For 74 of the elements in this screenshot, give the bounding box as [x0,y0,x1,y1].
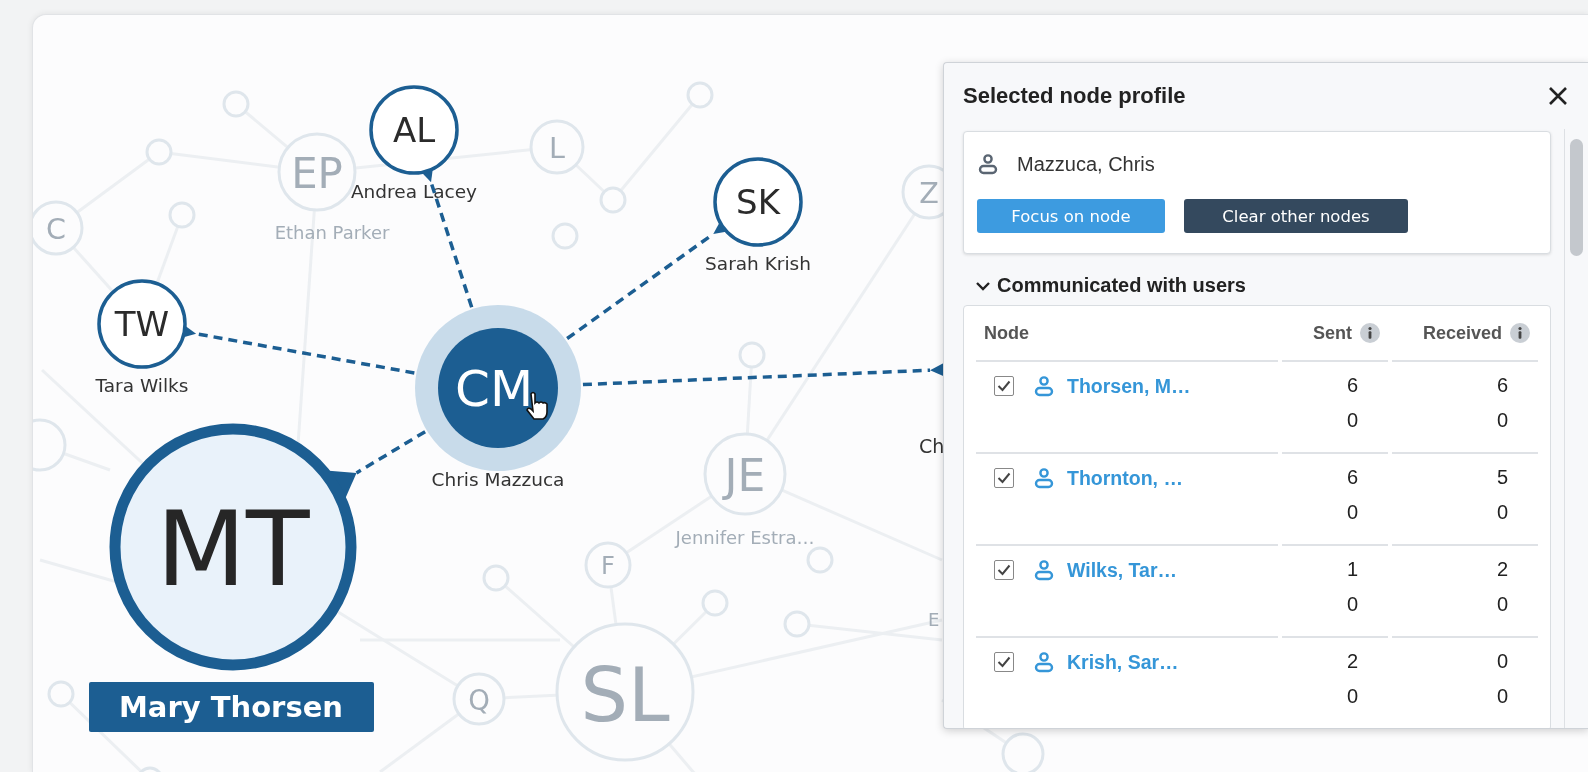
faded-node[interactable] [701,589,729,617]
person-icon [977,153,999,175]
person-icon [1033,467,1055,489]
received-count: 0 [1495,592,1508,617]
faded-node[interactable] [482,564,510,592]
node-label: Tara Wilks [95,375,189,396]
column-header: Node [984,322,1029,344]
column-header: Received [1422,322,1502,344]
sent-count: 6 [1345,465,1358,490]
person-icon [1033,559,1055,581]
faded-node[interactable] [168,201,196,229]
received-count: 0 [1495,408,1508,433]
sent-count: 0 [1345,684,1358,709]
node-label: Chris Mazzuca [431,469,565,490]
faded-node[interactable]: SL [555,622,695,762]
sent-count: 2 [1345,649,1358,674]
faded-node[interactable] [783,610,811,638]
user-node[interactable]: CM [415,305,581,471]
faded-node[interactable] [145,138,173,166]
checkbox[interactable] [994,560,1014,580]
faded-node[interactable]: F [584,541,632,589]
user-node[interactable]: TW [97,279,187,369]
received-count: 2 [1495,557,1508,582]
faded-node[interactable]: Q [452,672,506,726]
person-icon [1033,651,1055,673]
sent-count: 0 [1345,408,1358,433]
received-count: 0 [1495,684,1508,709]
faded-node[interactable] [738,341,766,369]
user-node[interactable]: MT [109,423,357,671]
clear-button[interactable]: Clear other nodes [1184,199,1408,233]
sent-count: 0 [1345,592,1358,617]
faded-node[interactable]: JE [703,432,787,516]
user-node[interactable]: SK [713,157,803,247]
faded-node[interactable] [1001,732,1045,772]
sent-count: 6 [1345,373,1358,398]
received-count: 5 [1495,465,1508,490]
focus-button[interactable]: Focus on node [977,199,1165,233]
faded-node[interactable] [222,90,250,118]
node-label: Sarah Krish [705,253,811,274]
close-icon[interactable] [1547,85,1569,107]
checkbox[interactable] [994,376,1014,396]
received-count: 0 [1495,649,1508,674]
node-label: Jennifer Estra… [675,527,815,548]
node-label: E [928,609,940,630]
name-badge: Mary Thorsen [89,682,374,732]
person-icon [1033,375,1055,397]
faded-node[interactable] [806,546,834,574]
faded-node[interactable] [551,222,579,250]
checkbox[interactable] [994,652,1014,672]
user-link[interactable]: Thorsen, M… [1067,374,1191,398]
faded-node[interactable]: L [529,119,585,175]
node-label: Ethan Parker [274,222,390,243]
checkbox[interactable] [994,468,1014,488]
sent-count: 1 [1345,557,1358,582]
user-link[interactable]: Wilks, Tar… [1067,558,1177,582]
faded-node[interactable] [686,81,714,109]
sent-count: 0 [1345,500,1358,525]
section-title[interactable]: Communicated with users [997,274,1246,297]
user-link[interactable]: Krish, Sar… [1067,650,1179,674]
panel-title: Selected node profile [963,83,1186,109]
node-label: Ch [919,435,945,457]
user-node[interactable]: AL [369,85,459,175]
faded-node[interactable] [47,680,75,708]
column-header: Sent [1313,322,1352,344]
faded-node[interactable] [599,186,627,214]
info-icon[interactable] [1510,323,1530,343]
info-icon[interactable] [1360,323,1380,343]
faded-node[interactable]: C [33,200,84,256]
user-name: Mazzuca, Chris [1017,152,1155,176]
scrollbar-thumb[interactable] [1570,139,1584,256]
user-link[interactable]: Thornton, … [1067,466,1183,490]
received-count: 0 [1495,500,1508,525]
received-count: 6 [1495,373,1508,398]
faded-node[interactable] [33,418,67,472]
